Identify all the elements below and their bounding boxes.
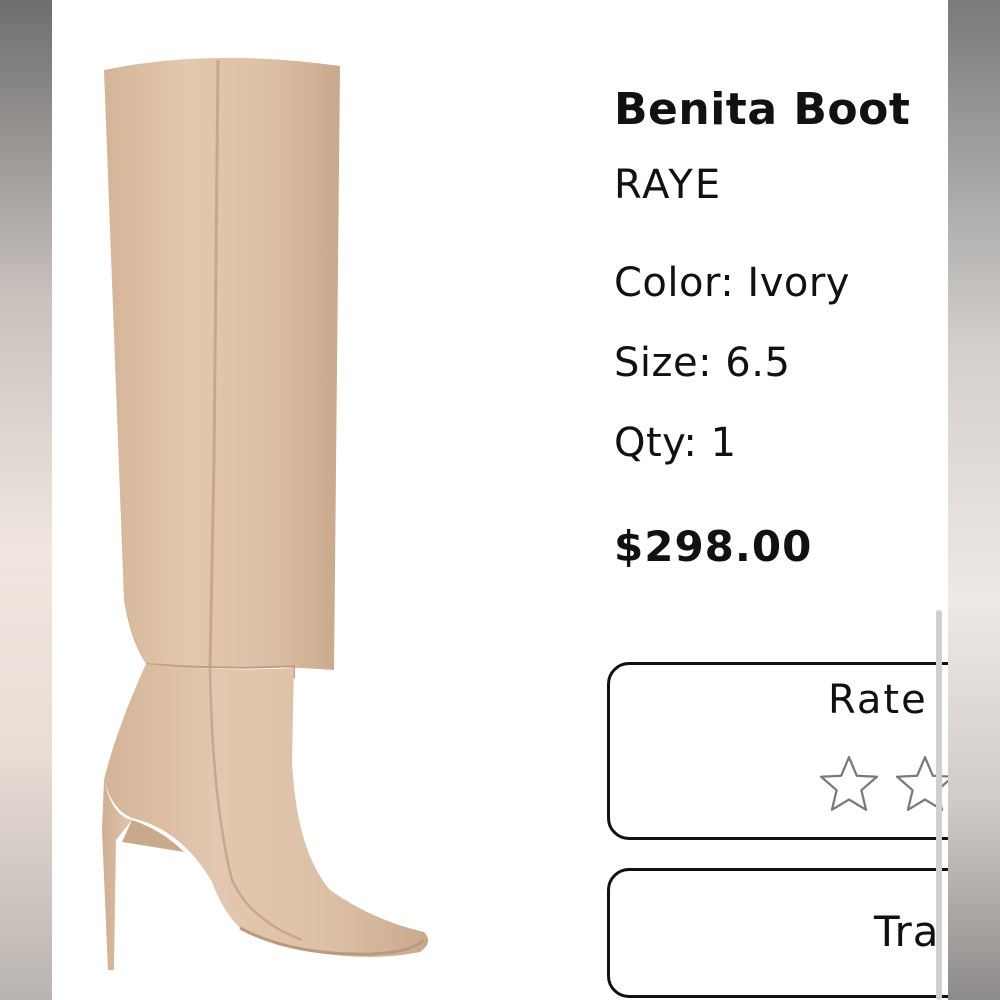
order-item-card: Benita Boot RAYE Color: Ivory Size: 6.5 … <box>52 0 948 1000</box>
product-brand[interactable]: RAYE <box>614 160 948 210</box>
scrollbar[interactable] <box>936 610 942 1000</box>
screenshot-frame: Benita Boot RAYE Color: Ivory Size: 6.5 … <box>0 0 1000 1000</box>
left-blurred-border <box>0 0 52 1000</box>
product-details: Benita Boot RAYE Color: Ivory Size: 6.5 … <box>614 82 948 574</box>
product-color: Color: Ivory <box>614 260 850 306</box>
right-blurred-border <box>948 0 1000 1000</box>
star-rating <box>818 753 948 815</box>
star-outline-icon[interactable] <box>818 753 880 815</box>
product-quantity: Qty: 1 <box>614 420 737 466</box>
product-title[interactable]: Benita Boot <box>614 82 948 138</box>
track-label: Tra <box>874 907 940 956</box>
boot-product-image[interactable] <box>72 40 452 980</box>
product-size: Size: 6.5 <box>614 340 791 386</box>
rate-label: Rate <box>828 677 928 723</box>
product-price: $298.00 <box>614 522 813 571</box>
rate-product-button[interactable]: Rate <box>607 662 948 840</box>
boot-illustration <box>102 57 429 970</box>
track-package-button[interactable]: Tra <box>607 868 948 998</box>
